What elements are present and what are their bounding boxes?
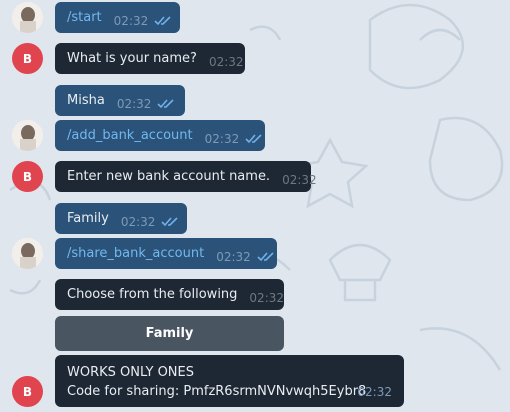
message-text: What is your name? [67,51,197,66]
command-link[interactable]: /start [67,10,102,25]
message-time: 02:32 [208,54,244,69]
message-text: Choose from the following [67,287,238,302]
bot-avatar[interactable]: B [12,376,43,407]
double-check-icon [257,251,274,261]
message-meta: 02:32 [117,97,176,111]
message-bubble-outgoing[interactable]: /add_bank_account 02:32 [55,120,265,151]
double-check-icon [154,15,171,25]
inline-keyboard-button[interactable]: Family [55,316,284,351]
message-bubble-outgoing[interactable]: /share_bank_account 02:32 [55,238,277,269]
message-bubble-outgoing[interactable]: Family 02:32 [55,203,187,234]
message-time: 02:32 [204,131,240,146]
message-text-line: WORKS ONLY ONES [67,365,194,380]
message-text: Misha [67,93,105,108]
message-bubble-outgoing[interactable]: Misha 02:32 [55,85,185,116]
message-time: 02:32 [216,249,251,264]
message-meta: 02:32 [114,14,173,28]
user-avatar[interactable] [12,238,43,269]
message-text-line[interactable]: Code for sharing: PmfzR6srmNVNvwqh5Eybr8 [67,382,392,401]
message-meta: 02:32 [205,132,264,146]
message-bubble-incoming[interactable]: WORKS ONLY ONES Code for sharing: PmfzR6… [55,355,404,407]
message-time: 02:32 [120,214,156,229]
message-bubble-incoming[interactable]: What is your name? 02:32 [55,43,245,74]
message-bubble-incoming[interactable]: Enter new bank account name. 02:32 [55,161,317,192]
bot-avatar[interactable]: B [12,161,43,192]
message-time: 02:32 [116,96,152,111]
bot-avatar[interactable]: B [12,43,43,74]
message-meta: 02:32 [282,173,317,187]
message-time: 02:32 [282,172,317,187]
user-avatar[interactable] [12,120,43,151]
command-link[interactable]: /share_bank_account [67,246,204,261]
message-time: 02:32 [249,290,285,305]
message-meta: 02:32 [216,250,275,264]
double-check-icon [245,133,262,143]
double-check-icon [157,98,174,108]
double-check-icon [161,216,179,226]
message-meta: 02:32 [357,383,392,402]
message-meta: 02:32 [249,291,284,305]
user-avatar[interactable] [12,2,43,33]
message-meta: 02:32 [209,55,244,69]
message-time: 02:32 [357,385,392,399]
command-link[interactable]: /add_bank_account [67,128,193,143]
message-time: 02:32 [113,13,149,28]
message-meta: 02:32 [121,215,180,229]
message-text: Family [67,211,109,226]
message-text: Enter new bank account name. [67,169,271,184]
message-bubble-outgoing[interactable]: /start 02:32 [55,2,180,33]
message-bubble-incoming[interactable]: Choose from the following 02:32 [55,279,284,310]
